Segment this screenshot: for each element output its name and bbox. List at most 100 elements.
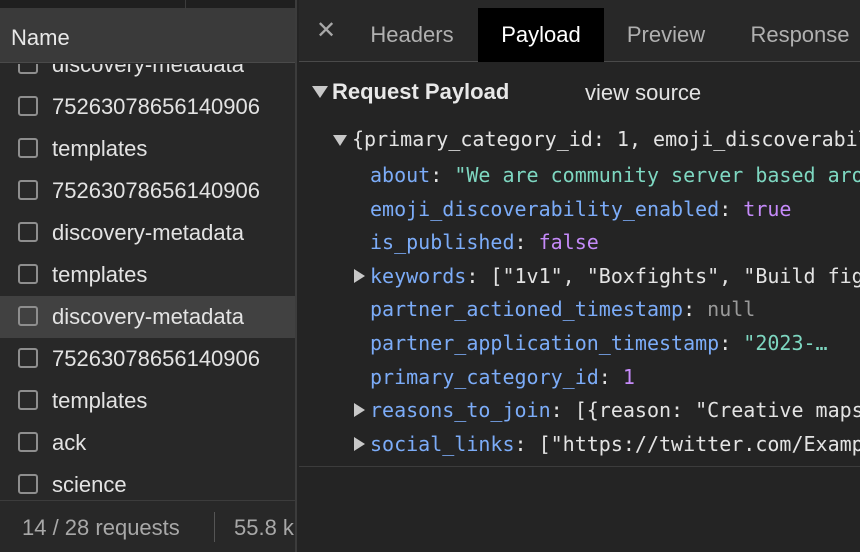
payload-field-separator: : [514, 230, 539, 255]
payload-field-key: primary_category_id [370, 364, 599, 389]
payload-field-key: partner_application_timestamp [370, 331, 720, 355]
payload-field-key: keywords [370, 263, 467, 288]
request-name: discovery-metadata [52, 64, 244, 77]
payload-field-key: social_links [370, 431, 515, 456]
payload-field-separator: : [514, 431, 539, 456]
request-row[interactable]: templates [0, 128, 295, 170]
request-name: 75263078656140906 [52, 94, 261, 119]
network-request-panel: Name discovery-metadata 75263078656140906… [0, 0, 297, 552]
request-name: templates [52, 388, 148, 413]
tab-response[interactable]: Response [735, 8, 860, 62]
request-name: science [52, 472, 127, 497]
request-row-checkbox-icon[interactable] [18, 474, 38, 494]
request-row-checkbox-icon[interactable] [18, 264, 38, 284]
tab-headers[interactable]: Headers [351, 8, 473, 62]
payload-field[interactable]: keywords: ["1v1", "Boxfights", "Build fi… [370, 262, 860, 290]
request-row[interactable]: discovery-metadata [0, 212, 295, 254]
request-payload-section-header[interactable]: Request Payload view source [299, 76, 860, 110]
request-row-checkbox-icon[interactable] [18, 138, 38, 158]
request-count: 14 / 28 requests [22, 515, 180, 540]
payload-field-key: emoji_discoverability_enabled [370, 196, 720, 221]
payload-field-value: "2023-… [743, 331, 828, 355]
payload-field-value: [{reason: "Creative maps"}] [574, 398, 860, 423]
payload-field-value: ["https://twitter.com/Example"] [538, 431, 860, 456]
tab-payload-label: Payload [501, 22, 581, 47]
payload-field-separator: : [719, 196, 744, 221]
details-tab-bar: ✕ Headers Payload Preview Response [299, 0, 860, 62]
request-row-checkbox-icon[interactable] [18, 432, 38, 452]
payload-field-separator: : [683, 297, 708, 322]
expand-root-icon[interactable] [333, 135, 347, 146]
request-row[interactable]: discovery-metadata [0, 296, 295, 338]
request-name: templates [52, 136, 148, 161]
request-payload-title: Request Payload [332, 79, 510, 104]
transferred-size: 55.8 kB [234, 515, 295, 540]
request-row-checkbox-icon[interactable] [18, 306, 38, 326]
tab-preview-label: Preview [626, 22, 706, 47]
request-row[interactable]: ack [0, 422, 295, 464]
request-row[interactable]: discovery-metadata [0, 64, 295, 86]
payload-root-summary[interactable]: {primary_category_id: 1, emoji_discovera… [352, 125, 860, 153]
request-row[interactable]: templates [0, 254, 295, 296]
request-row-checkbox-icon[interactable] [18, 348, 38, 368]
request-row-checkbox-icon[interactable] [18, 222, 38, 242]
request-details-panel: ✕ Headers Payload Preview Response Reque… [299, 0, 860, 552]
request-row-checkbox-icon[interactable] [18, 64, 38, 74]
payload-field: partner_actioned_timestamp: null [370, 295, 755, 323]
payload-tree: {primary_category_id: 1, emoji_discovera… [299, 120, 860, 466]
payload-field-value: "We are community server based around Fo… [454, 163, 860, 187]
payload-divider [299, 466, 860, 467]
request-row[interactable]: 75263078656140906 [0, 86, 295, 128]
request-row-checkbox-icon[interactable] [18, 180, 38, 200]
expand-field-icon[interactable] [354, 403, 365, 418]
expand-field-icon[interactable] [354, 436, 365, 451]
tab-payload[interactable]: Payload [478, 8, 604, 62]
request-row[interactable]: templates [0, 380, 295, 422]
payload-field-key: reasons_to_join [370, 398, 551, 423]
expand-field-icon[interactable] [354, 268, 365, 283]
request-name: discovery-metadata [52, 304, 244, 329]
payload-field-separator: : [719, 331, 744, 355]
column-header-strip [0, 0, 295, 9]
status-bar: 14 / 28 requests 55.8 kB [0, 500, 295, 552]
payload-field-separator: : [598, 364, 623, 389]
payload-field-value: ["1v1", "Boxfights", "Build fights"] [490, 263, 860, 288]
payload-field: is_published: false [370, 228, 599, 256]
payload-field: primary_category_id: 1 [370, 363, 635, 391]
request-name: 75263078656140906 [52, 346, 261, 371]
status-divider [214, 512, 215, 542]
request-row[interactable]: 75263078656140906 [0, 170, 295, 212]
payload-field-value: 1 [622, 364, 635, 389]
request-name: discovery-metadata [52, 220, 244, 245]
request-row-checkbox-icon[interactable] [18, 96, 38, 116]
payload-field[interactable]: social_links: ["https://twitter.com/Exam… [370, 430, 860, 458]
request-list: discovery-metadata 75263078656140906 templ… [0, 64, 295, 500]
payload-field-value: false [538, 230, 599, 255]
payload-field-key: is_published [370, 230, 515, 255]
payload-field: about: "We are community server based ar… [370, 161, 860, 189]
request-name: 75263078656140906 [52, 178, 261, 203]
tab-headers-label: Headers [370, 22, 454, 47]
payload-field-key: partner_actioned_timestamp [370, 297, 684, 322]
request-name: templates [52, 262, 148, 287]
view-source-link[interactable]: view source [585, 80, 701, 106]
payload-field-separator: : [550, 398, 575, 423]
name-column-header[interactable]: Name [0, 9, 295, 63]
request-row[interactable]: 75263078656140906 [0, 338, 295, 380]
payload-field-separator: : [466, 263, 491, 288]
request-name: ack [52, 430, 87, 455]
payload-field-value: true [743, 196, 792, 221]
payload-field-key: about [370, 163, 431, 187]
close-icon[interactable]: ✕ [316, 18, 336, 44]
payload-field-separator: : [430, 163, 455, 187]
collapse-triangle-icon[interactable] [312, 86, 328, 98]
tab-preview[interactable]: Preview [608, 8, 724, 62]
payload-field: partner_application_timestamp: "2023-… [370, 329, 828, 357]
request-row-checkbox-icon[interactable] [18, 390, 38, 410]
payload-field[interactable]: reasons_to_join: [{reason: "Creative map… [370, 396, 860, 424]
payload-field: emoji_discoverability_enabled: true [370, 195, 791, 223]
request-row[interactable]: science [0, 464, 295, 500]
tab-response-label: Response [750, 22, 850, 47]
payload-field-value: null [707, 297, 756, 322]
column-divider [185, 0, 186, 9]
